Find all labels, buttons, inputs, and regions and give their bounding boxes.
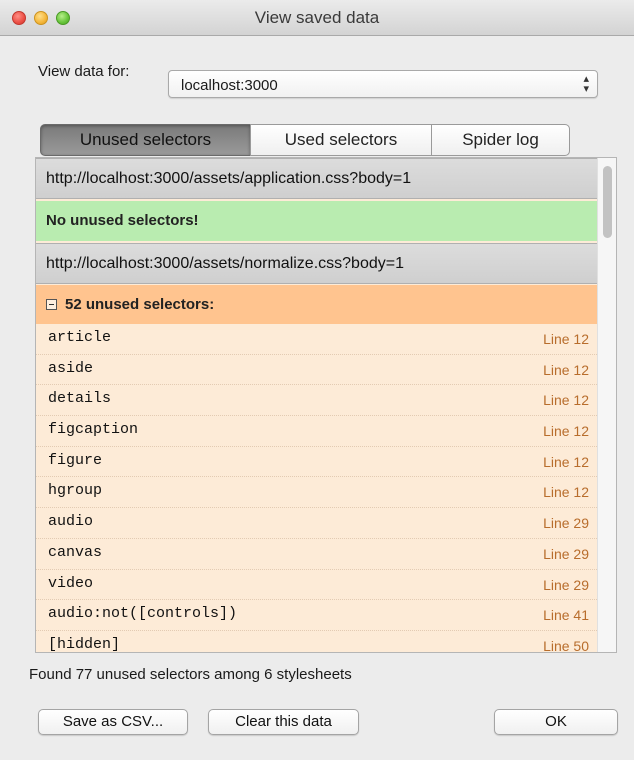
selector-name: audio: [48, 513, 94, 531]
line-number: Line 12: [543, 423, 589, 440]
list-item[interactable]: audio:not([controls]) Line 41: [36, 600, 599, 631]
list-item[interactable]: aside Line 12: [36, 355, 599, 386]
line-number: Line 12: [543, 361, 589, 378]
line-number: Line 29: [543, 545, 589, 562]
tab-used-selectors[interactable]: Used selectors: [250, 124, 432, 156]
summary-text: Found 77 unused selectors among 6 styles…: [29, 666, 352, 683]
list-item[interactable]: canvas Line 29: [36, 539, 599, 570]
stylesheet-url-row[interactable]: http://localhost:3000/assets/normalize.c…: [36, 243, 599, 284]
list-item[interactable]: hgroup Line 12: [36, 477, 599, 509]
no-unused-status: No unused selectors!: [36, 201, 599, 241]
host-select-value: localhost:3000: [181, 77, 278, 94]
line-number: Line 29: [543, 576, 589, 593]
selector-name: figure: [48, 451, 103, 469]
line-number: Line 12: [543, 392, 589, 409]
selector-name: video: [48, 574, 94, 592]
list-item[interactable]: figure Line 12: [36, 447, 599, 478]
unused-count-label: 52 unused selectors:: [65, 296, 215, 313]
selector-name: hgroup: [48, 482, 103, 500]
tab-spider-log[interactable]: Spider log: [431, 124, 570, 156]
ok-button[interactable]: OK: [494, 709, 618, 735]
selector-name: [hidden]: [48, 635, 121, 653]
list-item[interactable]: video Line 29: [36, 570, 599, 601]
selector-name: figcaption: [48, 421, 139, 439]
selector-name: canvas: [48, 543, 103, 561]
selector-name: details: [48, 390, 112, 408]
results-panel: http://localhost:3000/assets/application…: [35, 157, 617, 653]
tab-unused-selectors[interactable]: Unused selectors: [40, 124, 251, 156]
selector-list: article Line 12 aside Line 12 details Line …: [36, 324, 599, 653]
selector-name: article: [48, 329, 112, 346]
line-number: Line 29: [543, 515, 589, 532]
host-label: View data for:: [38, 63, 130, 80]
line-number: Line 50: [543, 637, 589, 653]
selector-name: audio:not([controls]): [48, 605, 238, 623]
vertical-scrollbar[interactable]: [597, 158, 616, 652]
selector-name: aside: [48, 359, 94, 377]
host-select[interactable]: localhost:3000 ▴ ▾: [168, 70, 598, 98]
line-number: Line 12: [543, 453, 589, 470]
list-item[interactable]: article Line 12: [36, 324, 599, 355]
line-number: Line 12: [543, 484, 589, 501]
line-number: Line 41: [543, 607, 589, 624]
unused-count-header[interactable]: 52 unused selectors:: [36, 285, 599, 324]
title-bar: View saved data: [0, 0, 634, 36]
list-item[interactable]: figcaption Line 12: [36, 416, 599, 447]
line-number: Line 12: [543, 331, 589, 347]
list-item[interactable]: [hidden] Line 50: [36, 631, 599, 653]
save-csv-button[interactable]: Save as CSV...: [38, 709, 188, 735]
window-title: View saved data: [254, 8, 380, 27]
collapse-icon[interactable]: [46, 299, 57, 310]
stylesheet-url-row[interactable]: http://localhost:3000/assets/application…: [36, 158, 599, 199]
list-item[interactable]: audio Line 29: [36, 508, 599, 539]
clear-data-button[interactable]: Clear this data: [208, 709, 359, 735]
list-item[interactable]: details Line 12: [36, 385, 599, 417]
scroll-thumb[interactable]: [603, 166, 612, 238]
select-arrows-icon: ▴ ▾: [583, 73, 589, 95]
tab-bar: Unused selectors Used selectors Spider l…: [40, 124, 570, 156]
